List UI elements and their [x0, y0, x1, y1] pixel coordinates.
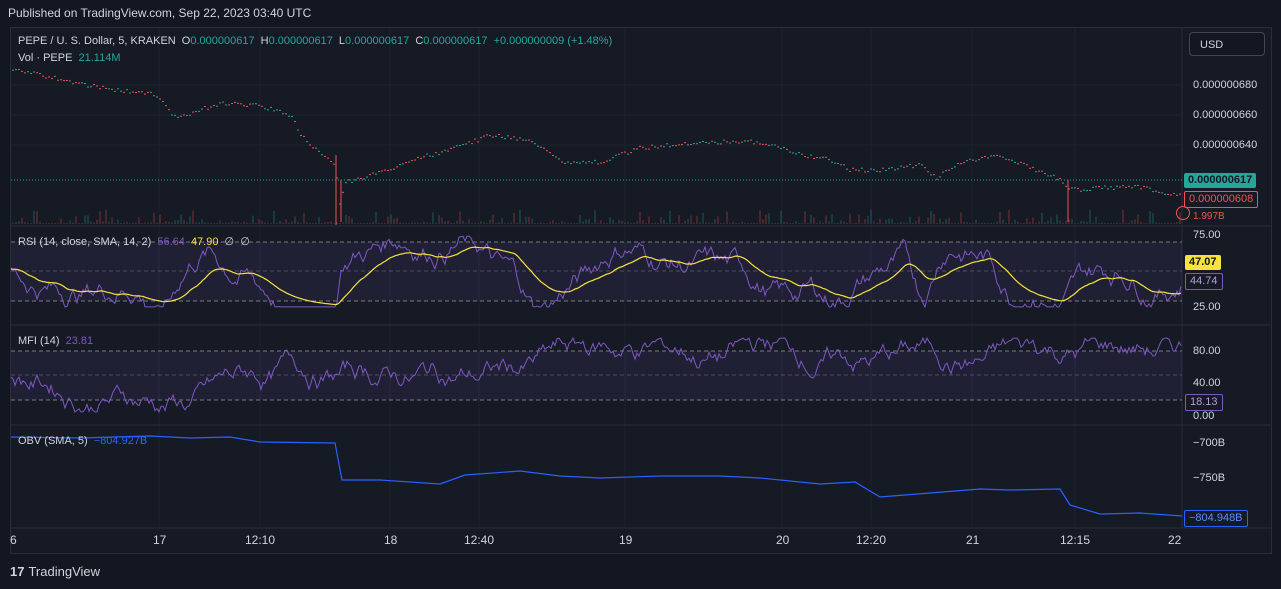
- obv-label[interactable]: OBV (SMA, 5): [18, 435, 88, 447]
- volume-label[interactable]: Vol · PEPE: [18, 52, 72, 64]
- rsi-value: 56.64: [157, 236, 185, 248]
- chart-canvas[interactable]: [0, 0, 1281, 589]
- mfi-label[interactable]: MFI (14): [18, 335, 60, 347]
- mfi-tick-80: 80.00: [1193, 345, 1221, 357]
- price-candles: [12, 69, 1181, 225]
- prev-price-tag: 0.000000608: [1184, 191, 1259, 208]
- symbol-legend: PEPE / U. S. Dollar, 5, KRAKEN O0.000000…: [18, 35, 615, 47]
- time-label-6: 19: [619, 533, 633, 547]
- rsi-legend: RSI (14, close, SMA, 14, 2) 56.64 47.90 …: [18, 235, 253, 248]
- volume-value: 21.114M: [78, 52, 121, 64]
- rsi-label[interactable]: RSI (14, close, SMA, 14, 2): [18, 236, 151, 248]
- rsi-ma-tag: 47.07: [1185, 255, 1221, 270]
- rsi-extra-1: ∅: [224, 236, 235, 248]
- change-value: +0.000000009 (+1.48%): [493, 35, 613, 47]
- time-label-10: 12:15: [1060, 533, 1091, 547]
- price-tick-1: 0.000000680: [1193, 79, 1258, 91]
- mfi-tick-40: 40.00: [1193, 377, 1221, 389]
- currency-button[interactable]: USD: [1189, 32, 1265, 56]
- time-label-9: 21: [966, 533, 980, 547]
- obv-value: −804.927B: [93, 435, 148, 447]
- price-tick-3: 0.000000640: [1193, 139, 1258, 151]
- mfi-tag: 18.13: [1185, 394, 1223, 411]
- rsi-tick-25: 25.00: [1193, 301, 1221, 313]
- high-label: H: [260, 35, 269, 47]
- mfi-value: 23.81: [65, 335, 94, 347]
- mfi-legend: MFI (14) 23.81: [18, 335, 96, 347]
- volume-bars: [12, 209, 1181, 224]
- time-label-5: 12:40: [464, 533, 495, 547]
- time-label-8: 12:20: [856, 533, 887, 547]
- obv-tick-700: −700B: [1193, 437, 1226, 449]
- tv-brand: TradingView: [28, 564, 101, 579]
- tradingview-logo[interactable]: 17 TradingView: [10, 564, 100, 579]
- time-label-4: 18: [384, 533, 398, 547]
- time-label-11: 22: [1168, 533, 1182, 547]
- price-tick-2: 0.000000660: [1193, 109, 1258, 121]
- time-label-3: 12:10: [245, 533, 276, 547]
- rsi-tick-75: 75.00: [1193, 229, 1221, 241]
- obv-legend: OBV (SMA, 5) −804.927B: [18, 435, 150, 447]
- obv-line: [10, 435, 1183, 517]
- obv-tag: −804.948B: [1184, 510, 1248, 527]
- high-value: 0.000000617: [268, 35, 333, 47]
- volume-legend: Vol · PEPE 21.114M: [18, 52, 123, 64]
- obv-tick-750: −750B: [1193, 472, 1226, 484]
- mfi-tick-0: 0.00: [1193, 410, 1215, 422]
- rsi-ma-value: 47.90: [190, 236, 219, 248]
- time-label-1: 6: [10, 533, 17, 547]
- close-value: 0.000000617: [423, 35, 488, 47]
- low-value: 0.000000617: [345, 35, 410, 47]
- time-label-2: 17: [153, 533, 167, 547]
- rsi-extra-2: ∅: [240, 236, 250, 248]
- last-price-tag: 0.000000617: [1184, 173, 1257, 188]
- volume-tag-icon: [1176, 206, 1190, 220]
- open-value: 0.000000617: [190, 35, 255, 47]
- volume-tag: 1.997B: [1193, 211, 1225, 222]
- tv-logo-icon: 17: [10, 564, 25, 579]
- time-label-7: 20: [776, 533, 790, 547]
- symbol-name[interactable]: PEPE / U. S. Dollar, 5, KRAKEN: [18, 35, 176, 47]
- rsi-tag: 44.74: [1185, 273, 1223, 290]
